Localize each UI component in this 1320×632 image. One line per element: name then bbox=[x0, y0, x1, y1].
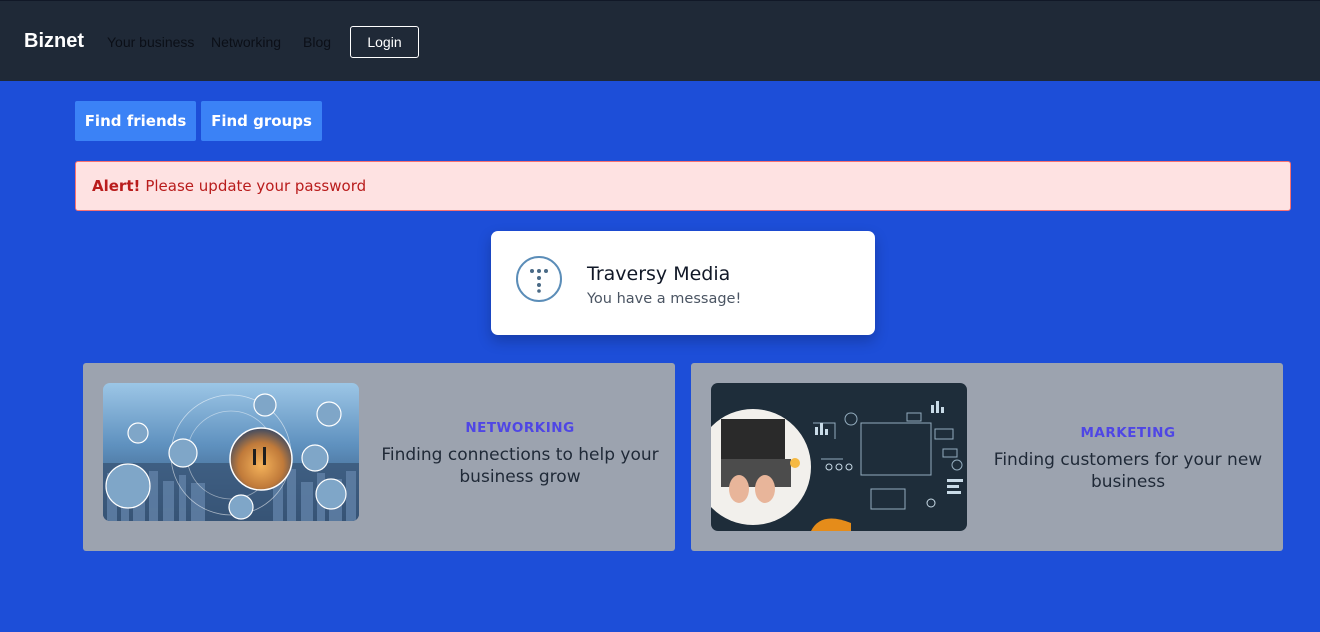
nav-link-networking[interactable]: Networking bbox=[211, 34, 281, 50]
traversy-logo-icon bbox=[516, 256, 562, 302]
marketing-image bbox=[711, 383, 967, 531]
card-category: MARKETING bbox=[1080, 425, 1176, 441]
card-marketing[interactable]: MARKETING Finding customers for your new… bbox=[691, 363, 1283, 551]
nav-link-your-business[interactable]: Your business bbox=[107, 34, 194, 50]
networking-image bbox=[103, 383, 359, 521]
alert-message: Please update your password bbox=[145, 177, 367, 195]
password-alert: Alert! Please update your password bbox=[75, 161, 1291, 211]
find-groups-button[interactable]: Find groups bbox=[201, 101, 322, 141]
card-category: NETWORKING bbox=[465, 420, 575, 436]
brand-logo[interactable]: Biznet bbox=[24, 30, 84, 53]
alert-title: Alert! bbox=[92, 177, 141, 195]
card-description: Finding customers for your new business bbox=[993, 450, 1263, 492]
card-description: Finding connections to help your busines… bbox=[381, 445, 659, 487]
notification-title: Traversy Media bbox=[587, 263, 731, 285]
notification-message: You have a message! bbox=[587, 291, 742, 307]
find-friends-button[interactable]: Find friends bbox=[75, 101, 196, 141]
marketing-card-text: MARKETING Finding customers for your new… bbox=[987, 425, 1269, 493]
nav-link-blog[interactable]: Blog bbox=[303, 34, 331, 50]
message-notification[interactable]: Traversy Media You have a message! bbox=[491, 231, 875, 335]
login-button[interactable]: Login bbox=[350, 26, 419, 58]
card-networking[interactable]: NETWORKING Finding connections to help y… bbox=[83, 363, 675, 551]
networking-card-text: NETWORKING Finding connections to help y… bbox=[379, 420, 661, 488]
top-navbar: Biznet Your business Networking Blog Log… bbox=[0, 0, 1320, 81]
